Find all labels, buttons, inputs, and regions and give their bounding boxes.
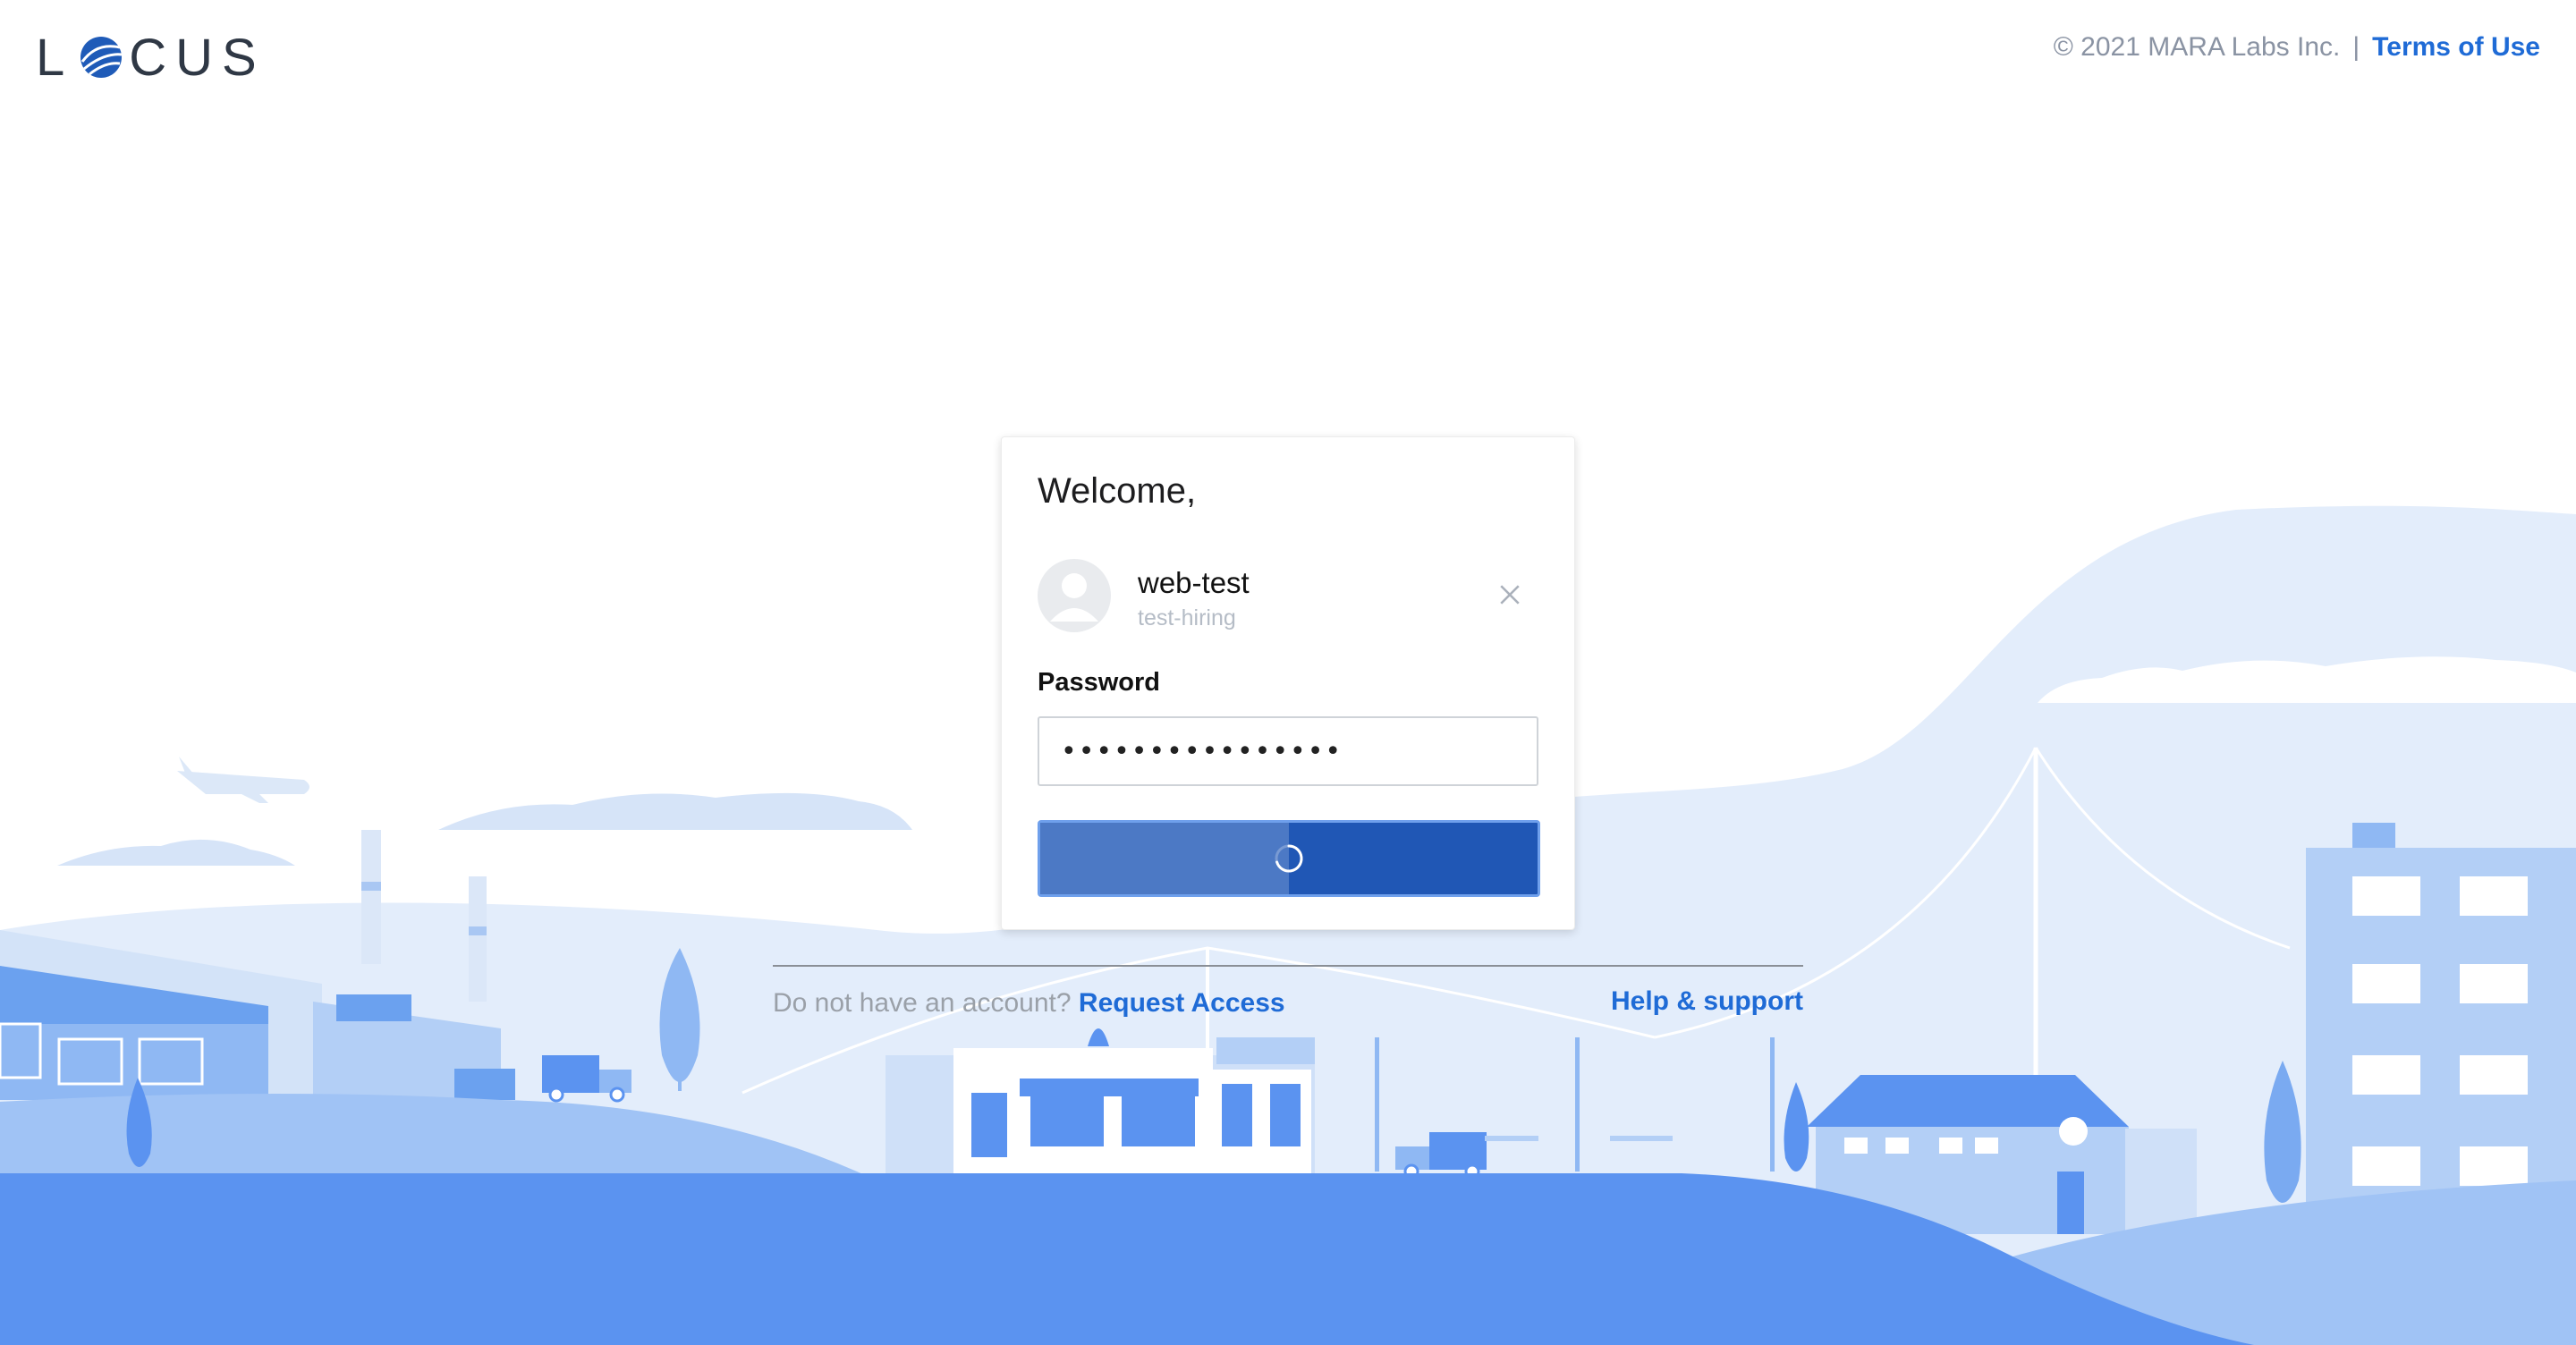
user-organization: test-hiring [1138,605,1236,630]
user-name: web-test [1138,566,1250,599]
logo-wordmark: CUS [129,28,266,87]
user-avatar-icon [1038,559,1111,632]
cloud [438,792,912,830]
globe-icon [80,37,123,78]
remove-user-button[interactable] [1492,577,1528,613]
locus-logo[interactable]: L CUS [36,29,266,87]
no-account-text: Do not have an account? [773,988,1072,1018]
chimney [469,876,487,1002]
request-access-link[interactable]: Request Access [1079,988,1285,1018]
help-support-link[interactable]: Help & support [1611,986,1803,1017]
airplane-icon [177,757,309,803]
chimney [361,830,381,964]
copyright-text: © 2021 MARA Labs Inc. [2053,32,2341,62]
loading-spinner-icon [1275,844,1303,873]
submit-progress-fill [1040,823,1289,894]
apartment-building [2306,848,2576,1223]
divider [773,965,1803,967]
welcome-heading: Welcome, [1038,471,1197,511]
password-field[interactable] [1038,716,1538,786]
terms-of-use-link[interactable]: Terms of Use [2372,32,2540,63]
cloud [57,839,295,866]
selected-user: web-test test-hiring [1038,559,1540,634]
password-label: Password [1038,668,1160,697]
header-legal: © 2021 MARA Labs Inc. | Terms of Use [2054,32,2540,63]
no-account-row: Do not have an account? Request Access [773,988,1285,1019]
close-icon [1500,585,1520,605]
login-submit-button[interactable] [1038,820,1540,897]
logo-letter: L [36,28,74,87]
header-separator: | [2352,32,2360,62]
login-card: Welcome, web-test test-hiring Password [1001,436,1575,930]
